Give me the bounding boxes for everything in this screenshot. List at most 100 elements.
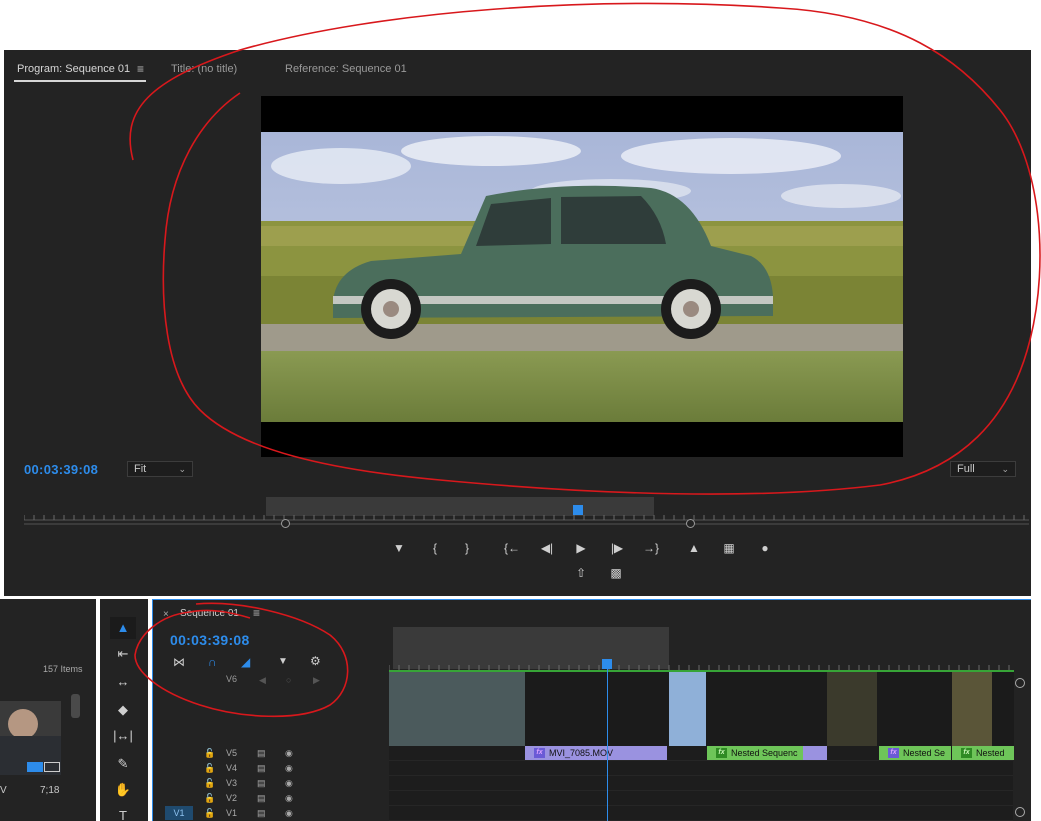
ripple-edit-tool-icon[interactable]: ↔ [110, 671, 136, 693]
next-edit-icon[interactable]: ▶ [313, 675, 320, 686]
video-badge-icon [27, 762, 43, 772]
track-header-v1[interactable]: V1 🔓 V1 ▤ ◉ [153, 806, 389, 821]
clip-segment[interactable] [803, 746, 827, 760]
sync-lock-icon[interactable]: ▤ [257, 748, 266, 759]
type-tool-icon[interactable]: T [110, 805, 136, 821]
track-lane-v1[interactable] [389, 806, 1013, 821]
track-select-tool-icon[interactable]: ⇤ [110, 643, 136, 665]
sync-lock-icon[interactable]: ▤ [257, 808, 266, 819]
fx-badge-icon: fx [961, 748, 972, 758]
tab-program-monitor[interactable]: Program: Sequence 01 [17, 63, 130, 75]
mark-out-icon[interactable]: } [456, 539, 478, 557]
track-lane-v2[interactable] [389, 791, 1013, 806]
clip-nested-sequence-3[interactable]: fx Nested [952, 746, 1014, 760]
program-timecode[interactable]: 00:03:39:08 [24, 462, 98, 477]
prev-edit-icon[interactable]: ◀ [259, 675, 266, 686]
tools-panel: ▲ ⇤ ↔ ◆ |↔| ✎ ✋ T [100, 599, 148, 821]
fx-badge-icon: fx [716, 748, 727, 758]
project-scrollbar[interactable] [71, 694, 80, 718]
timeline-timecode[interactable]: 00:03:39:08 [170, 632, 250, 648]
close-icon[interactable]: × [163, 609, 169, 620]
eye-icon[interactable]: ◉ [285, 793, 293, 804]
fit-select[interactable]: Fit ⌄ [127, 461, 193, 477]
sequence-tab[interactable]: Sequence 01 [180, 608, 239, 619]
selection-tool-icon[interactable]: ▲ [110, 617, 136, 639]
scrub-track[interactable] [24, 523, 1029, 525]
timeline-ruler[interactable] [389, 660, 1014, 672]
step-back-icon[interactable]: ◀| [536, 539, 558, 557]
export-frame-icon[interactable]: ● [754, 539, 776, 557]
mark-in-icon[interactable]: { [424, 539, 446, 557]
lift-icon[interactable]: ▲ [683, 539, 705, 557]
snap-magnet-icon[interactable]: ∩ [208, 655, 217, 669]
timeline-playhead-line [607, 666, 608, 821]
hand-tool-icon[interactable]: ✋ [110, 779, 136, 801]
sync-lock-icon[interactable]: ▤ [257, 793, 266, 804]
quality-select[interactable]: Full ⌄ [950, 461, 1016, 477]
vertical-zoom-handle-bottom[interactable] [1015, 807, 1025, 817]
source-track-target-v1[interactable]: V1 [165, 806, 193, 820]
thumbnail-duration: 7;18 [40, 785, 60, 796]
add-marker-icon[interactable]: ▼ [388, 539, 410, 557]
settings-wrench-icon[interactable]: ⚙ [310, 654, 321, 668]
project-item-count: 157 Items [43, 664, 83, 674]
eye-icon[interactable]: ◉ [285, 763, 293, 774]
track-lane-v3[interactable] [389, 776, 1013, 791]
video-frame-image [261, 96, 903, 457]
pen-tool-icon[interactable]: ✎ [110, 753, 136, 775]
hamburger-menu-icon[interactable]: ≡ [253, 606, 260, 620]
add-marker-icon[interactable]: ▼ [278, 656, 288, 667]
track-header-v2[interactable]: 🔓 V2 ▤ ◉ [153, 791, 389, 806]
active-tab-indicator [14, 80, 146, 82]
clip-name: Nested Se [903, 748, 946, 758]
clip-nested-sequence[interactable]: fx Nested Sequenc [707, 746, 803, 760]
track-header-v4[interactable]: 🔓 V4 ▤ ◉ [153, 761, 389, 776]
track-header-v5[interactable]: 🔓 V5 ▤ ◉ [153, 746, 389, 761]
extract-icon[interactable]: ▦ [718, 539, 740, 557]
lock-icon[interactable]: 🔓 [204, 793, 215, 804]
tab-title[interactable]: Title: (no title) [171, 63, 237, 75]
track-lane-v4[interactable] [389, 761, 1013, 776]
track-label: V1 [226, 808, 238, 818]
edit-point-icon[interactable]: ○ [286, 675, 291, 685]
program-playhead[interactable] [573, 505, 583, 515]
track-header-v3[interactable]: 🔓 V3 ▤ ◉ [153, 776, 389, 791]
razor-tool-icon[interactable]: ◆ [110, 699, 136, 721]
track-label: V3 [226, 778, 238, 788]
eye-icon[interactable]: ◉ [285, 778, 293, 789]
program-video-preview[interactable] [261, 96, 903, 457]
insert-icon[interactable]: ⇧ [570, 564, 592, 582]
multicam-icon[interactable]: ▩ [605, 564, 627, 582]
thumbnail-prefix: V [0, 785, 7, 796]
clip-thumbnail [669, 672, 706, 746]
fx-badge-icon: fx [534, 748, 545, 758]
linked-selection-icon[interactable]: ◢ [241, 655, 250, 669]
vertical-zoom-handle-top[interactable] [1015, 678, 1025, 688]
lock-icon[interactable]: 🔓 [204, 778, 215, 789]
go-to-in-icon[interactable]: {← [501, 539, 523, 557]
eye-icon[interactable]: ◉ [285, 748, 293, 759]
sync-lock-icon[interactable]: ▤ [257, 763, 266, 774]
fx-badge-icon: fx [888, 748, 899, 758]
clip-name: Nested [976, 748, 1005, 758]
hamburger-menu-icon[interactable]: ≡ [137, 62, 144, 76]
clip-thumbnail [389, 672, 525, 746]
tab-reference-monitor[interactable]: Reference: Sequence 01 [285, 63, 407, 75]
lock-icon[interactable]: 🔓 [204, 763, 215, 774]
go-to-out-icon[interactable]: →} [640, 539, 662, 557]
timeline-panel: × Sequence 01 ≡ 00:03:39:08 ⋈ ∩ ◢ ▼ ⚙ V6… [152, 599, 1031, 821]
program-time-ruler[interactable] [24, 513, 1029, 521]
step-forward-icon[interactable]: |▶ [606, 539, 628, 557]
audio-badge-icon [44, 762, 60, 772]
slip-tool-icon[interactable]: |↔| [110, 725, 136, 747]
nest-icon[interactable]: ⋈ [173, 655, 185, 669]
clip-mvi-7085[interactable]: fx MVI_7085.MOV [525, 746, 667, 760]
play-icon[interactable]: ▶ [570, 539, 592, 557]
sync-lock-icon[interactable]: ▤ [257, 778, 266, 789]
clip-nested-sequence-2[interactable]: fx Nested Se [879, 746, 951, 760]
lock-icon[interactable]: 🔓 [204, 808, 215, 819]
lock-icon[interactable]: 🔓 [204, 748, 215, 759]
eye-icon[interactable]: ◉ [285, 808, 293, 819]
zoom-handle-left[interactable] [281, 519, 290, 528]
zoom-handle-right[interactable] [686, 519, 695, 528]
